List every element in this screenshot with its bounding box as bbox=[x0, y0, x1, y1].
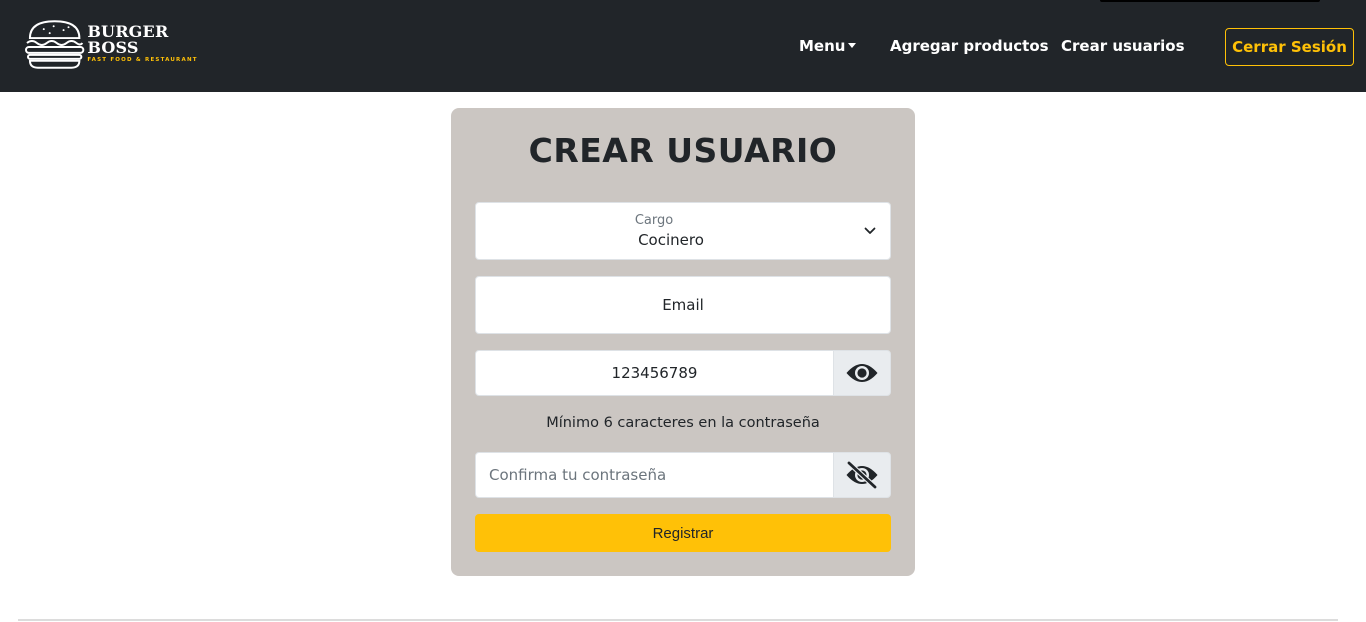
chevron-down-icon bbox=[864, 227, 876, 234]
eye-slash-icon bbox=[846, 461, 878, 489]
role-select[interactable]: Cargo Cocinero bbox=[475, 202, 891, 260]
brand-logo-link[interactable]: BURGER BOSS FAST FOOD & RESTAURANT bbox=[24, 18, 224, 70]
navbar: BURGER BOSS FAST FOOD & RESTAURANT Menu … bbox=[0, 0, 1366, 92]
logout-button[interactable]: Cerrar Sesión bbox=[1225, 28, 1354, 66]
brand-name: BURGER BOSS bbox=[87, 22, 169, 58]
caret-down-icon bbox=[848, 43, 857, 48]
nav-menu-dropdown[interactable]: Menu bbox=[799, 37, 857, 55]
password-field[interactable]: 123456789 bbox=[475, 350, 834, 396]
password-hint: Mínimo 6 caracteres en la contraseña bbox=[546, 415, 820, 431]
nav-create-users[interactable]: Crear usuarios bbox=[1061, 37, 1185, 55]
page-bottom-divider bbox=[18, 619, 1338, 621]
nav-add-products[interactable]: Agregar productos bbox=[890, 37, 1049, 55]
confirm-password-field[interactable]: Confirma tu contraseña bbox=[475, 452, 834, 498]
role-select-label: Cargo bbox=[634, 213, 674, 228]
role-select-value: Cocinero bbox=[638, 231, 704, 249]
eye-icon bbox=[846, 364, 878, 382]
confirm-password-toggle-button[interactable] bbox=[833, 452, 891, 498]
nav-menu-label: Menu bbox=[799, 37, 846, 55]
page-title: CREAR USUARIO bbox=[528, 131, 838, 170]
email-field[interactable]: Email bbox=[475, 276, 891, 334]
password-toggle-button[interactable] bbox=[833, 350, 891, 396]
create-user-card bbox=[451, 108, 915, 576]
register-button[interactable]: Registrar bbox=[475, 514, 891, 552]
burger-icon bbox=[24, 20, 85, 69]
nav-top-line bbox=[1100, 0, 1320, 2]
brand-tagline: FAST FOOD & RESTAURANT bbox=[87, 57, 198, 64]
